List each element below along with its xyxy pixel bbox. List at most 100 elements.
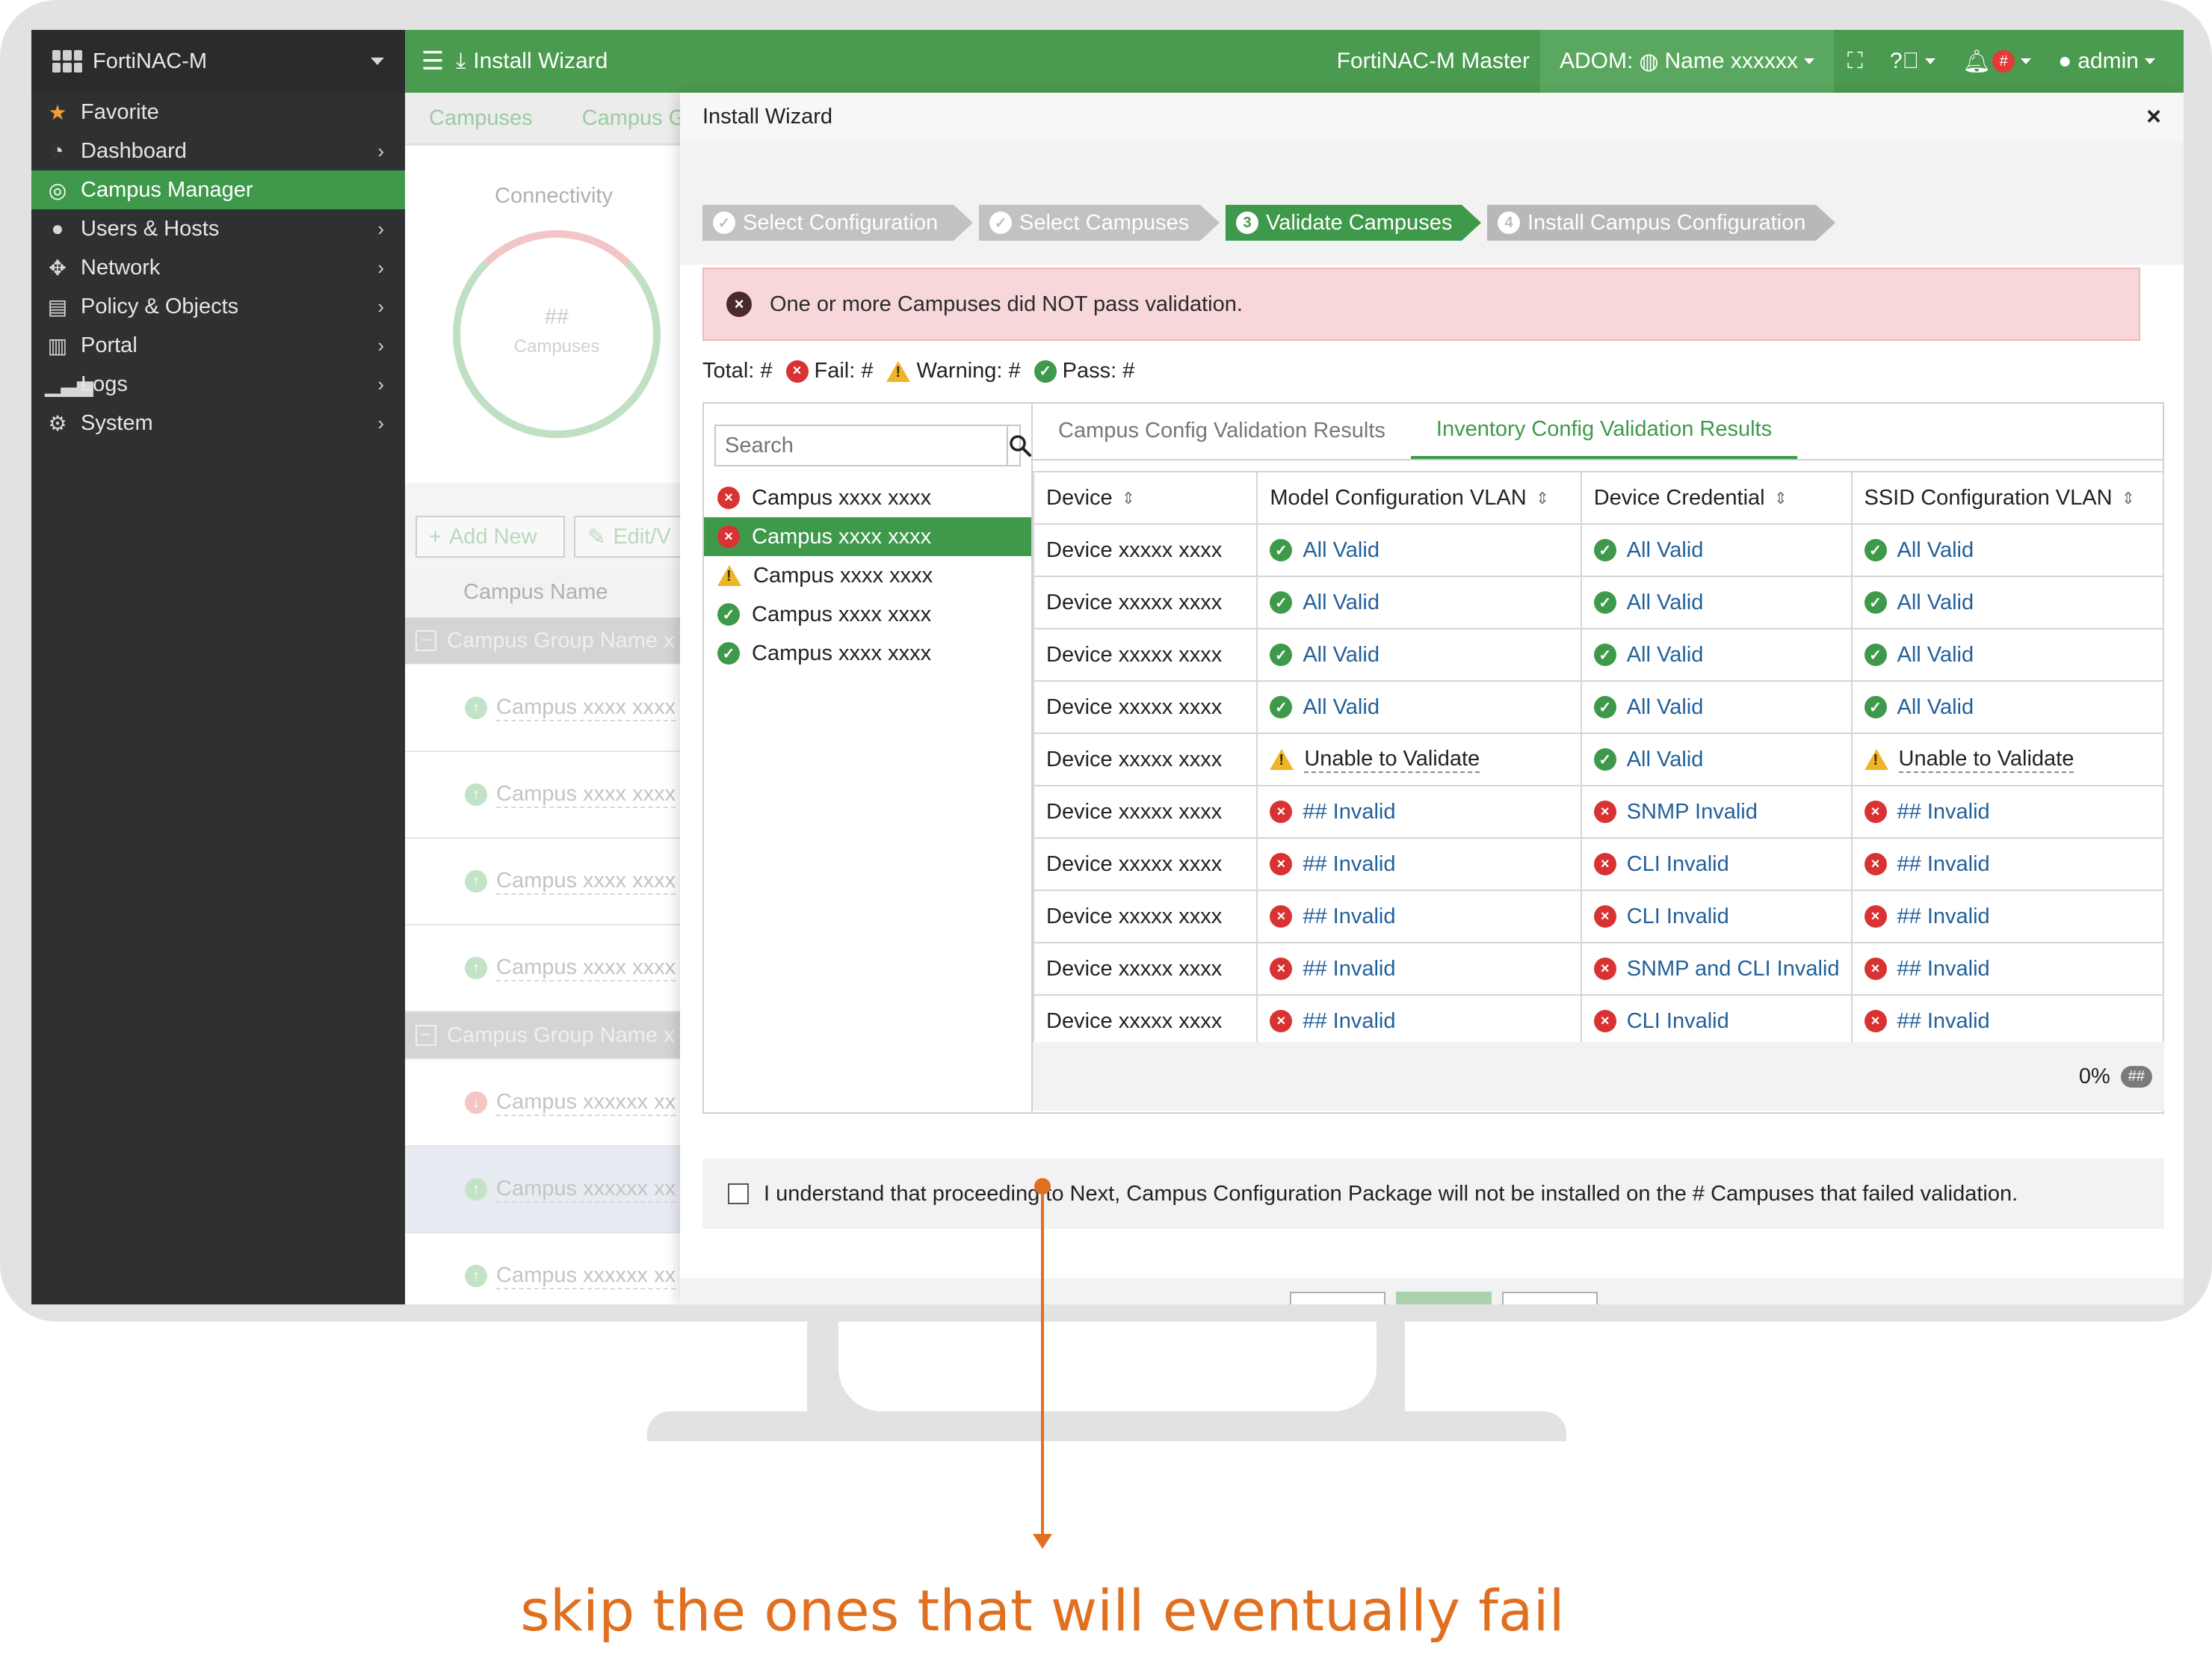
sidebar-item-portal[interactable]: ▥ Portal ›	[31, 326, 405, 365]
pencil-icon: ✎	[587, 525, 606, 549]
app-title: FortiNAC-M	[93, 49, 208, 73]
sidebar-item-dashboard[interactable]: ◔ Dashboard ›	[31, 132, 405, 170]
add-new-label: Add New	[448, 524, 537, 549]
status-cell-content: × ## Invalid	[1270, 904, 1580, 929]
help-menu[interactable]: ?⃝	[1876, 49, 1949, 74]
adom-selector[interactable]: ADOM: ◍ Name xxxxxx	[1539, 30, 1834, 93]
install-wizard-button[interactable]: ⤓ Install Wizard	[456, 49, 608, 74]
search-input[interactable]	[716, 426, 1007, 465]
user-menu[interactable]: ● admin	[2045, 49, 2169, 74]
step-install-campus-configuration[interactable]: 4 Install Campus Configuration	[1487, 205, 1816, 241]
validation-result-link[interactable]: ## Invalid	[1897, 800, 1990, 825]
campus-list-item[interactable]: Campus xxxx xxxx	[704, 556, 1031, 595]
results-table-body: Device xxxxx xxxx ✓ All Valid ✓ All Valid ✓ Al…	[1032, 523, 2164, 1048]
cancel-button[interactable]: Cancel	[1502, 1292, 1598, 1304]
campus-list-item-selected[interactable]: × Campus xxxx xxxx	[704, 517, 1031, 556]
column-label: Model Configuration VLAN	[1270, 485, 1527, 510]
validation-result-link[interactable]: ## Invalid	[1303, 1009, 1395, 1034]
next-button[interactable]: Next >	[1396, 1292, 1492, 1304]
sidebar-item-system[interactable]: ⚙ System ›	[31, 404, 405, 443]
campus-list-item[interactable]: ✓ Campus xxxx xxxx	[704, 595, 1031, 634]
validation-result-link[interactable]: All Valid	[1627, 591, 1704, 615]
count-fail: × Fail: #	[785, 359, 873, 383]
campus-list-item[interactable]: × Campus xxxx xxxx	[704, 478, 1031, 517]
sidebar-item-policy-objects[interactable]: ▤ Policy & Objects ›	[31, 287, 405, 326]
validation-result-link[interactable]: ## Invalid	[1303, 800, 1395, 825]
model-vlan-cell: × ## Invalid	[1256, 785, 1582, 839]
fail-icon: ×	[717, 487, 740, 509]
acknowledge-checkbox[interactable]	[728, 1183, 749, 1204]
tab-campus-config-results[interactable]: Campus Config Validation Results	[1033, 402, 1411, 459]
validation-result-link[interactable]: ## Invalid	[1303, 852, 1395, 877]
model-vlan-cell: Unable to Validate	[1256, 733, 1582, 786]
pass-icon: ✓	[1593, 696, 1616, 718]
validation-result-link[interactable]: ## Invalid	[1897, 957, 1990, 981]
campus-name: Campus xxxx xxxx	[752, 641, 932, 665]
sidebar-item-users-hosts[interactable]: ● Users & Hosts ›	[31, 209, 405, 248]
validation-result-link[interactable]: All Valid	[1303, 643, 1380, 668]
validation-result-link[interactable]: CLI Invalid	[1627, 904, 1729, 929]
validation-result-link[interactable]: ## Invalid	[1897, 904, 1990, 929]
credential-cell: ✓ All Valid	[1580, 576, 1853, 629]
notifications-menu[interactable]: 🔔︎ #	[1949, 49, 2045, 75]
donut-label: Campuses	[513, 336, 600, 357]
edit-button: ✎ Edit/V	[574, 516, 693, 558]
status-cell-content: × SNMP Invalid	[1593, 800, 1851, 825]
column-header-ssid-vlan[interactable]: SSID Configuration VLAN ⇕	[1850, 471, 2164, 525]
app-switcher[interactable]: FortiNAC-M	[31, 30, 405, 93]
unable-to-validate-tooltip[interactable]: Unable to Validate	[1898, 747, 2074, 773]
validation-result-link[interactable]: All Valid	[1627, 538, 1704, 563]
sidebar-item-logs[interactable]: ▁▃▅ Logs ›	[31, 365, 405, 404]
back-button[interactable]: < Back	[1290, 1292, 1385, 1304]
validation-result-link[interactable]: All Valid	[1627, 748, 1704, 772]
fail-icon: ×	[1270, 853, 1293, 875]
validation-result-link[interactable]: All Valid	[1897, 538, 1974, 563]
campus-list-item[interactable]: ✓ Campus xxxx xxxx	[704, 634, 1031, 673]
column-header-device-credential[interactable]: Device Credential ⇕	[1580, 471, 1853, 525]
hamburger-menu-icon[interactable]: ☰	[410, 46, 456, 76]
search-button[interactable]	[1007, 426, 1032, 465]
validation-result-link[interactable]: All Valid	[1303, 538, 1380, 563]
validation-result-link[interactable]: All Valid	[1303, 695, 1380, 720]
tab-inventory-config-results[interactable]: Inventory Config Validation Results	[1410, 402, 1798, 459]
sidebar-item-campus-manager[interactable]: ◎ Campus Manager	[31, 170, 405, 209]
sidebar-item-network[interactable]: ✥ Network ›	[31, 248, 405, 287]
validation-result-link[interactable]: All Valid	[1897, 695, 1974, 720]
step-select-configuration[interactable]: ✓ Select Configuration	[702, 205, 954, 241]
sort-icon: ⇕	[1121, 488, 1136, 508]
sidebar-item-favorite[interactable]: ★ Favorite	[31, 93, 405, 132]
status-cell-content: × ## Invalid	[1270, 957, 1580, 981]
validation-result-link[interactable]: All Valid	[1897, 591, 1974, 615]
add-new-button: + Add New	[415, 516, 565, 558]
validation-result-link[interactable]: All Valid	[1627, 695, 1704, 720]
validation-result-link[interactable]: All Valid	[1897, 643, 1974, 668]
device-cell: Device xxxxx xxxx	[1032, 628, 1258, 682]
validation-result-link[interactable]: CLI Invalid	[1627, 852, 1729, 877]
close-icon[interactable]: ×	[2146, 102, 2161, 132]
edit-label: Edit/V	[613, 524, 671, 549]
validation-result-link[interactable]: All Valid	[1627, 643, 1704, 668]
validation-result-link[interactable]: ## Invalid	[1897, 1009, 1990, 1034]
validation-result-link[interactable]: ## Invalid	[1303, 904, 1395, 929]
validation-result-link[interactable]: ## Invalid	[1303, 957, 1395, 981]
status-up-icon: ↑	[465, 870, 487, 893]
step-select-campuses[interactable]: ✓ Select Campuses	[979, 205, 1200, 241]
validation-result-link[interactable]: SNMP Invalid	[1627, 800, 1758, 825]
annotation-line	[1041, 1189, 1044, 1540]
validation-result-link[interactable]: CLI Invalid	[1627, 1009, 1729, 1034]
status-cell-content: ✓ All Valid	[1864, 643, 2163, 668]
column-header-model-vlan[interactable]: Model Configuration VLAN ⇕	[1256, 471, 1582, 525]
validation-result-link[interactable]: ## Invalid	[1897, 852, 1990, 877]
campus-icon: ◎	[48, 178, 67, 202]
validation-result-link[interactable]: SNMP and CLI Invalid	[1627, 957, 1840, 981]
ssid-vlan-cell: × ## Invalid	[1850, 890, 2164, 943]
unable-to-validate-tooltip[interactable]: Unable to Validate	[1304, 747, 1480, 773]
top-bar: ☰ ⤓ Install Wizard FortiNAC-M Master ADO…	[405, 30, 2184, 93]
column-header-device[interactable]: Device ⇕	[1032, 471, 1258, 525]
progress-percent: 0%	[2078, 1064, 2110, 1088]
fullscreen-icon[interactable]: ⛶	[1834, 49, 1876, 74]
validation-result-link[interactable]: All Valid	[1303, 591, 1380, 615]
device-cell: Device xxxxx xxxx	[1032, 994, 1258, 1048]
campus-row: ↑ Campus xxxx xxxx	[405, 752, 682, 839]
step-validate-campuses[interactable]: 3 Validate Campuses	[1226, 205, 1462, 241]
